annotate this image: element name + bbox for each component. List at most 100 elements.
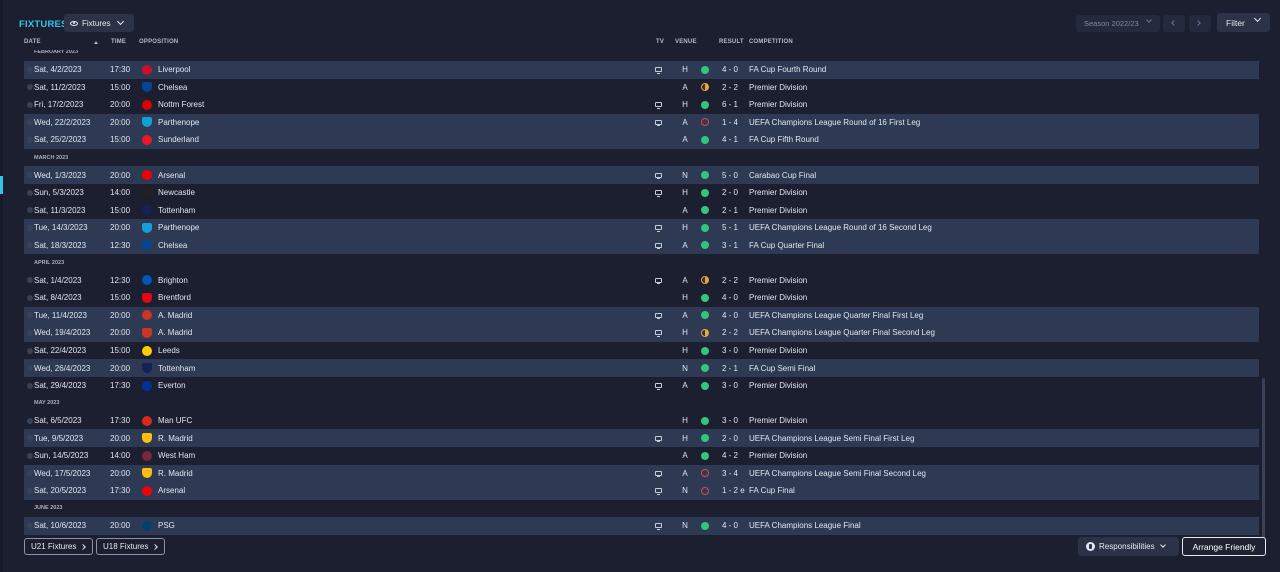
competition-name[interactable]: UEFA Champions League Semi Final First L… — [749, 429, 914, 447]
opponent-name[interactable]: R. Madrid — [158, 465, 193, 483]
fixture-row[interactable]: Wed, 17/5/2023 20:00 R. Madrid A 3 - 4 UEFA C… — [24, 464, 1259, 483]
competition-name[interactable]: FA Cup Semi Final — [749, 359, 815, 377]
score[interactable]: 5 - 0 — [722, 166, 738, 184]
fixture-date[interactable]: Sat, 1/4/2023 — [34, 272, 82, 290]
score[interactable]: 2 - 1 — [722, 359, 738, 377]
fixture-row[interactable]: Sat, 29/4/2023 17:30 Everton A 3 - 0 Premier … — [24, 377, 1259, 395]
opponent-name[interactable]: Brighton — [158, 272, 188, 290]
column-header-date[interactable]: DATE — [24, 39, 41, 49]
u21-fixtures-button[interactable]: U21 Fixtures — [24, 538, 93, 555]
fixture-row[interactable]: Sat, 8/4/2023 15:00 Brentford H 4 - 0 Premier… — [24, 289, 1259, 307]
competition-name[interactable]: Premier Division — [749, 79, 807, 97]
fixture-date[interactable]: Sat, 10/6/2023 — [34, 517, 86, 535]
fixture-date[interactable]: Sat, 11/3/2023 — [34, 201, 85, 219]
fixture-row[interactable]: Sat, 1/4/2023 12:30 Brighton A 2 - 2 Premier … — [24, 272, 1259, 290]
fixture-date[interactable]: Tue, 11/4/2023 — [34, 307, 87, 325]
competition-name[interactable]: Premier Division — [749, 289, 807, 307]
fixture-date[interactable]: Tue, 14/3/2023 — [34, 219, 88, 237]
score[interactable]: 3 - 0 — [722, 377, 738, 395]
fixture-row[interactable]: Fri, 17/2/2023 20:00 Nottm Forest H 6 - 1 Pre… — [24, 96, 1259, 114]
competition-name[interactable]: UEFA Champions League Final — [749, 517, 861, 535]
competition-name[interactable]: Premier Division — [749, 447, 807, 465]
score[interactable]: 4 - 0 — [722, 61, 738, 79]
season-selector[interactable]: Season 2022/23 — [1076, 15, 1160, 32]
view-selector-button[interactable]: Fixtures — [64, 14, 134, 32]
opponent-name[interactable]: Parthenope — [158, 219, 199, 237]
opponent-name[interactable]: Parthenope — [158, 114, 199, 132]
score[interactable]: 4 - 0 — [722, 307, 738, 325]
score[interactable]: 3 - 4 — [722, 465, 738, 483]
fixture-date[interactable]: Sat, 6/5/2023 — [34, 412, 82, 430]
opponent-name[interactable]: Tottenham — [158, 201, 195, 219]
competition-name[interactable]: Premier Division — [749, 377, 807, 395]
fixture-row[interactable]: Sat, 6/5/2023 17:30 Man UFC H 3 - 0 Premier D… — [24, 412, 1259, 430]
fixture-date[interactable]: Sat, 29/4/2023 — [34, 377, 86, 395]
opponent-name[interactable]: West Ham — [158, 447, 195, 465]
filter-button[interactable]: Filter — [1217, 13, 1270, 32]
fixture-row[interactable]: Sat, 11/2/2023 15:00 Chelsea A 2 - 2 Premier … — [24, 79, 1259, 97]
competition-name[interactable]: Premier Division — [749, 184, 807, 202]
opponent-name[interactable]: R. Madrid — [158, 429, 193, 447]
opponent-name[interactable]: Nottm Forest — [158, 96, 204, 114]
fixture-date[interactable]: Sat, 11/2/2023 — [34, 79, 85, 97]
fixture-row[interactable]: Sat, 4/2/2023 17:30 Liverpool H 4 - 0 FA Cup … — [24, 61, 1259, 79]
fixture-row[interactable]: Tue, 11/4/2023 20:00 A. Madrid A 4 - 0 UEFA C… — [24, 306, 1259, 325]
fixture-date[interactable]: Fri, 17/2/2023 — [34, 96, 83, 114]
fixture-date[interactable]: Sun, 14/5/2023 — [34, 447, 88, 465]
score[interactable]: 6 - 1 — [722, 96, 738, 114]
score[interactable]: 4 - 2 — [722, 447, 738, 465]
competition-name[interactable]: Premier Division — [749, 272, 807, 290]
fixture-date[interactable]: Wed, 1/3/2023 — [34, 166, 86, 184]
fixture-row[interactable]: Sat, 10/6/2023 20:00 PSG N 4 - 0 UEFA Champio… — [24, 517, 1259, 535]
fixture-row[interactable]: Sun, 5/3/2023 14:00 Newcastle H 2 - 0 Premier… — [24, 184, 1259, 202]
column-header-competition[interactable]: COMPETITION — [749, 39, 793, 49]
score[interactable]: 3 - 0 — [722, 412, 738, 430]
fixture-date[interactable]: Sat, 20/5/2023 — [34, 482, 86, 500]
opponent-name[interactable]: Leeds — [158, 342, 180, 360]
fixture-row[interactable]: Tue, 14/3/2023 20:00 Parthenope H 5 - 1 UEFA … — [24, 218, 1259, 237]
fixture-date[interactable]: Wed, 17/5/2023 — [34, 465, 90, 483]
fixture-row[interactable]: Sun, 14/5/2023 14:00 West Ham A 4 - 2 Premier… — [24, 447, 1259, 465]
fixture-date[interactable]: Sat, 8/4/2023 — [34, 289, 82, 307]
fixture-date[interactable]: Sun, 5/3/2023 — [34, 184, 84, 202]
fixture-date[interactable]: Tue, 9/5/2023 — [34, 429, 83, 447]
responsibilities-button[interactable]: Responsibilities — [1078, 537, 1179, 556]
column-header-time[interactable]: TIME — [111, 39, 126, 49]
scrollbar[interactable] — [1262, 378, 1265, 538]
fixture-list[interactable]: FEBRUARY 2023 Sat, 4/2/2023 17:30 Liverpool… — [24, 50, 1259, 537]
column-header-result[interactable]: RESULT — [719, 39, 744, 49]
fixture-row[interactable]: Wed, 19/4/2023 20:00 A. Madrid H 2 - 2 UEFA C… — [24, 324, 1259, 342]
competition-name[interactable]: Carabao Cup Final — [749, 166, 816, 184]
competition-name[interactable]: Premier Division — [749, 412, 807, 430]
fixture-date[interactable]: Sat, 4/2/2023 — [34, 61, 82, 79]
competition-name[interactable]: UEFA Champions League Round of 16 Second… — [749, 219, 932, 237]
u18-fixtures-button[interactable]: U18 Fixtures — [96, 538, 165, 555]
fixture-date[interactable]: Sat, 25/2/2023 — [34, 131, 86, 149]
opponent-name[interactable]: Everton — [158, 377, 186, 395]
competition-name[interactable]: UEFA Champions League Semi Final Second … — [749, 465, 926, 483]
opponent-name[interactable]: Arsenal — [158, 166, 185, 184]
opponent-name[interactable]: Sunderland — [158, 131, 199, 149]
opponent-name[interactable]: Liverpool — [158, 61, 190, 79]
fixture-date[interactable]: Sat, 18/3/2023 — [34, 236, 86, 254]
fixture-date[interactable]: Wed, 26/4/2023 — [34, 359, 90, 377]
opponent-name[interactable]: Chelsea — [158, 79, 187, 97]
competition-name[interactable]: FA Cup Final — [749, 482, 795, 500]
competition-name[interactable]: UEFA Champions League Round of 16 First … — [749, 114, 920, 132]
opponent-name[interactable]: Chelsea — [158, 236, 187, 254]
opponent-name[interactable]: A. Madrid — [158, 324, 192, 342]
competition-name[interactable]: Premier Division — [749, 342, 807, 360]
opponent-name[interactable]: A. Madrid — [158, 307, 192, 325]
column-header-tv[interactable]: TV — [656, 39, 664, 49]
arrange-friendly-button[interactable]: Arrange Friendly — [1182, 537, 1266, 556]
column-header-venue[interactable]: VENUE — [675, 39, 697, 49]
score[interactable]: 2 - 0 — [722, 429, 738, 447]
score[interactable]: 2 - 0 — [722, 184, 738, 202]
fixture-row[interactable]: Sat, 22/4/2023 15:00 Leeds H 3 - 0 Premier Di… — [24, 342, 1259, 360]
score[interactable]: 4 - 0 — [722, 289, 738, 307]
competition-name[interactable]: FA Cup Fifth Round — [749, 131, 819, 149]
score[interactable]: 2 - 1 — [722, 201, 738, 219]
score[interactable]: 2 - 2 — [722, 79, 738, 97]
competition-name[interactable]: Premier Division — [749, 201, 807, 219]
opponent-name[interactable]: Tottenham — [158, 359, 195, 377]
